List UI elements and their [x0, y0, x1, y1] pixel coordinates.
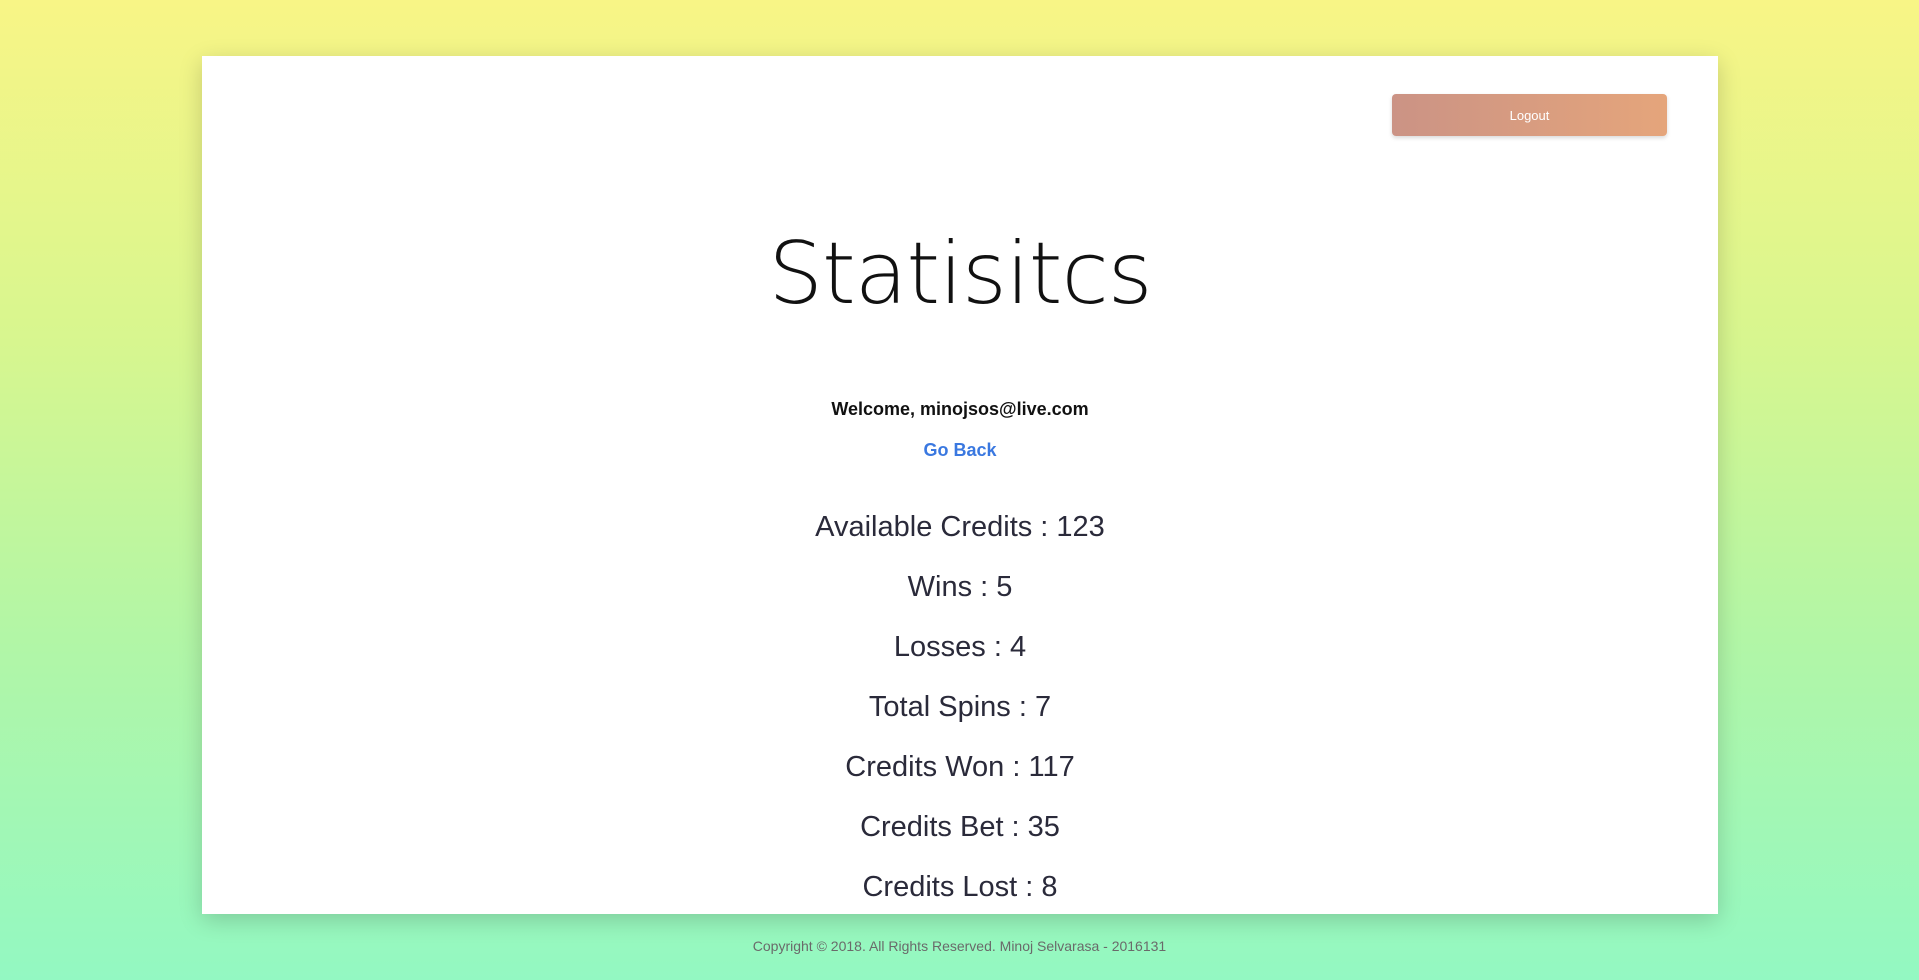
- stats-list: Available Credits : 123 Wins : 5 Losses …: [202, 502, 1718, 922]
- logout-button[interactable]: Logout: [1392, 94, 1667, 136]
- main-card: Logout Statisitcs Welcome, minojsos@live…: [202, 56, 1718, 914]
- stat-total-spins: Total Spins : 7: [868, 691, 1052, 723]
- go-back-link[interactable]: Go Back: [202, 440, 1718, 461]
- welcome-message: Welcome, minojsos@live.com: [831, 399, 1089, 419]
- stat-credits-lost: Credits Lost : 8: [862, 871, 1058, 903]
- stat-available-credits: Available Credits : 123: [815, 511, 1105, 543]
- footer-copyright: Copyright © 2018. All Rights Reserved. M…: [752, 938, 1167, 954]
- stat-credits-won: Credits Won : 117: [845, 751, 1075, 783]
- stat-losses: Losses : 4: [893, 631, 1027, 663]
- stat-credits-bet: Credits Bet : 35: [860, 811, 1060, 843]
- page-title: Statisitcs: [768, 224, 1152, 324]
- stat-wins: Wins : 5: [907, 571, 1013, 603]
